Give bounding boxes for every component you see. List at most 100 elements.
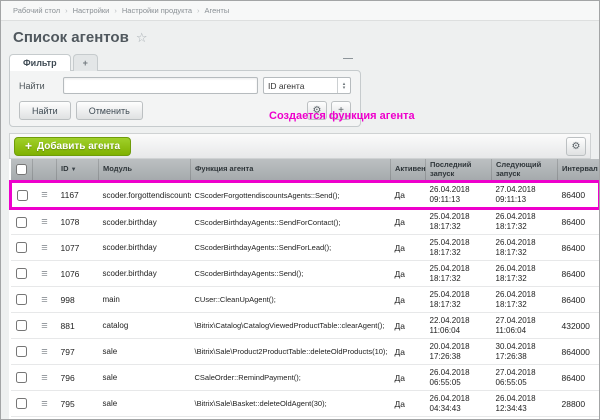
header-module[interactable]: Модуль (99, 159, 191, 182)
cell-function: \Bitrix\Catalog\CatalogViewedProductTabl… (191, 313, 391, 339)
cell-active: Да (391, 235, 426, 261)
cell-active: Да (391, 365, 426, 391)
grid-toolbar: + Добавить агента ⚙ (9, 133, 591, 159)
row-menu-button[interactable]: ≡ (33, 339, 57, 365)
add-agent-button-label: Добавить агента (37, 141, 120, 152)
cell-interval: 28800 (558, 391, 600, 417)
cell-id: 795 (57, 391, 99, 417)
collapse-filter-button[interactable]: — (343, 53, 353, 64)
cell-module: sale (99, 339, 191, 365)
header-id[interactable]: ID ▼ (57, 159, 99, 182)
cell-function: CScoderBirthdayAgents::SendForContact(); (191, 209, 391, 235)
row-checkbox[interactable] (16, 268, 27, 279)
cell-interval: 86400 (558, 235, 600, 261)
row-menu-button[interactable]: ≡ (33, 287, 57, 313)
header-next-run[interactable]: Следующий запуск (492, 159, 558, 182)
row-select-cell (11, 235, 33, 261)
hamburger-icon: ≡ (41, 372, 47, 384)
table-row: ≡1077scoder.birthdayCScoderBirthdayAgent… (11, 235, 600, 261)
hamburger-icon: ≡ (41, 189, 47, 201)
favorite-star-icon[interactable]: ☆ (136, 30, 148, 46)
cell-module: sale (99, 365, 191, 391)
hamburger-icon: ≡ (41, 268, 47, 280)
grid-settings-button[interactable]: ⚙ (566, 137, 586, 156)
breadcrumb-separator: › (65, 6, 68, 15)
cell-id: 1167 (57, 182, 99, 209)
breadcrumb-separator: › (114, 6, 117, 15)
cell-last-run: 20.04.201817:26:38 (426, 339, 492, 365)
tab-filter[interactable]: Фильтр (9, 54, 71, 71)
hamburger-icon: ≡ (41, 242, 47, 254)
cell-interval: 86400 (558, 182, 600, 209)
search-input[interactable] (63, 77, 258, 94)
cell-next-run: 26.04.201818:17:32 (492, 287, 558, 313)
cell-function: CScoderForgottendiscountsAgents::Send(); (191, 182, 391, 209)
header-id-label: ID (61, 164, 69, 173)
cell-id: 998 (57, 287, 99, 313)
select-all-checkbox[interactable] (16, 164, 27, 175)
add-agent-button[interactable]: + Добавить агента (14, 137, 131, 156)
row-checkbox[interactable] (16, 372, 27, 383)
cell-interval: 864000 (558, 339, 600, 365)
cell-next-run: 26.04.201818:17:32 (492, 235, 558, 261)
row-checkbox[interactable] (16, 398, 27, 409)
hamburger-icon: ≡ (41, 346, 47, 358)
cell-interval: 86400 (558, 365, 600, 391)
row-menu-button[interactable]: ≡ (33, 365, 57, 391)
cell-active: Да (391, 209, 426, 235)
cell-id: 796 (57, 365, 99, 391)
breadcrumb-item[interactable]: Настройки (73, 6, 110, 15)
gear-icon: ⚙ (572, 141, 581, 152)
cell-interval: 86400 (558, 209, 600, 235)
row-checkbox[interactable] (17, 190, 28, 201)
row-menu-button[interactable]: ≡ (33, 261, 57, 287)
breadcrumb: Рабочий стол › Настройки › Настройки про… (1, 1, 599, 21)
row-checkbox[interactable] (16, 346, 27, 357)
breadcrumb-item[interactable]: Рабочий стол (13, 6, 60, 15)
cell-interval: 86400 (558, 287, 600, 313)
cell-next-run: 26.04.201812:34:43 (492, 391, 558, 417)
cell-module: scoder.birthday (99, 261, 191, 287)
row-select-cell (11, 182, 33, 209)
cancel-button[interactable]: Отменить (76, 101, 143, 120)
cell-last-run: 25.04.201818:17:32 (426, 209, 492, 235)
row-checkbox[interactable] (16, 242, 27, 253)
row-checkbox[interactable] (16, 320, 27, 331)
row-select-cell (11, 287, 33, 313)
sort-desc-icon: ▼ (71, 167, 77, 173)
table-row: ≡1076scoder.birthdayCScoderBirthdayAgent… (11, 261, 600, 287)
search-field-select[interactable]: ID агента ▴▾ (263, 77, 351, 94)
row-menu-button[interactable]: ≡ (33, 209, 57, 235)
header-interval[interactable]: Интервал (558, 159, 600, 182)
annotation-text: Создается функция агента (269, 110, 415, 122)
breadcrumb-separator: › (197, 6, 200, 15)
row-menu-button[interactable]: ≡ (33, 391, 57, 417)
hamburger-icon: ≡ (41, 398, 47, 410)
cell-id: 881 (57, 313, 99, 339)
cell-module: scoder.birthday (99, 209, 191, 235)
cell-module: catalog (99, 313, 191, 339)
add-filter-tab-button[interactable]: + (73, 54, 98, 71)
row-select-cell (11, 261, 33, 287)
header-last-run[interactable]: Последний запуск (426, 159, 492, 182)
cell-interval: 432000 (558, 313, 600, 339)
cell-last-run: 26.04.201809:11:13 (426, 182, 492, 209)
row-menu-button[interactable]: ≡ (33, 235, 57, 261)
breadcrumb-item-current: Агенты (205, 6, 230, 15)
breadcrumb-item[interactable]: Настройки продукта (122, 6, 192, 15)
header-active[interactable]: Активен (391, 159, 426, 182)
cell-function: CSaleOrder::RemindPayment(); (191, 365, 391, 391)
row-checkbox[interactable] (16, 217, 27, 228)
cell-next-run: 30.04.201817:26:38 (492, 339, 558, 365)
cell-id: 797 (57, 339, 99, 365)
cell-next-run: 27.04.201809:11:13 (492, 182, 558, 209)
find-button[interactable]: Найти (19, 101, 71, 120)
row-menu-button[interactable]: ≡ (33, 182, 57, 209)
cell-active: Да (391, 313, 426, 339)
cell-module: sale (99, 391, 191, 417)
row-menu-button[interactable]: ≡ (33, 313, 57, 339)
cell-active: Да (391, 261, 426, 287)
header-function[interactable]: Функция агента (191, 159, 391, 182)
row-checkbox[interactable] (16, 294, 27, 305)
page-title: Список агентов (13, 29, 129, 46)
